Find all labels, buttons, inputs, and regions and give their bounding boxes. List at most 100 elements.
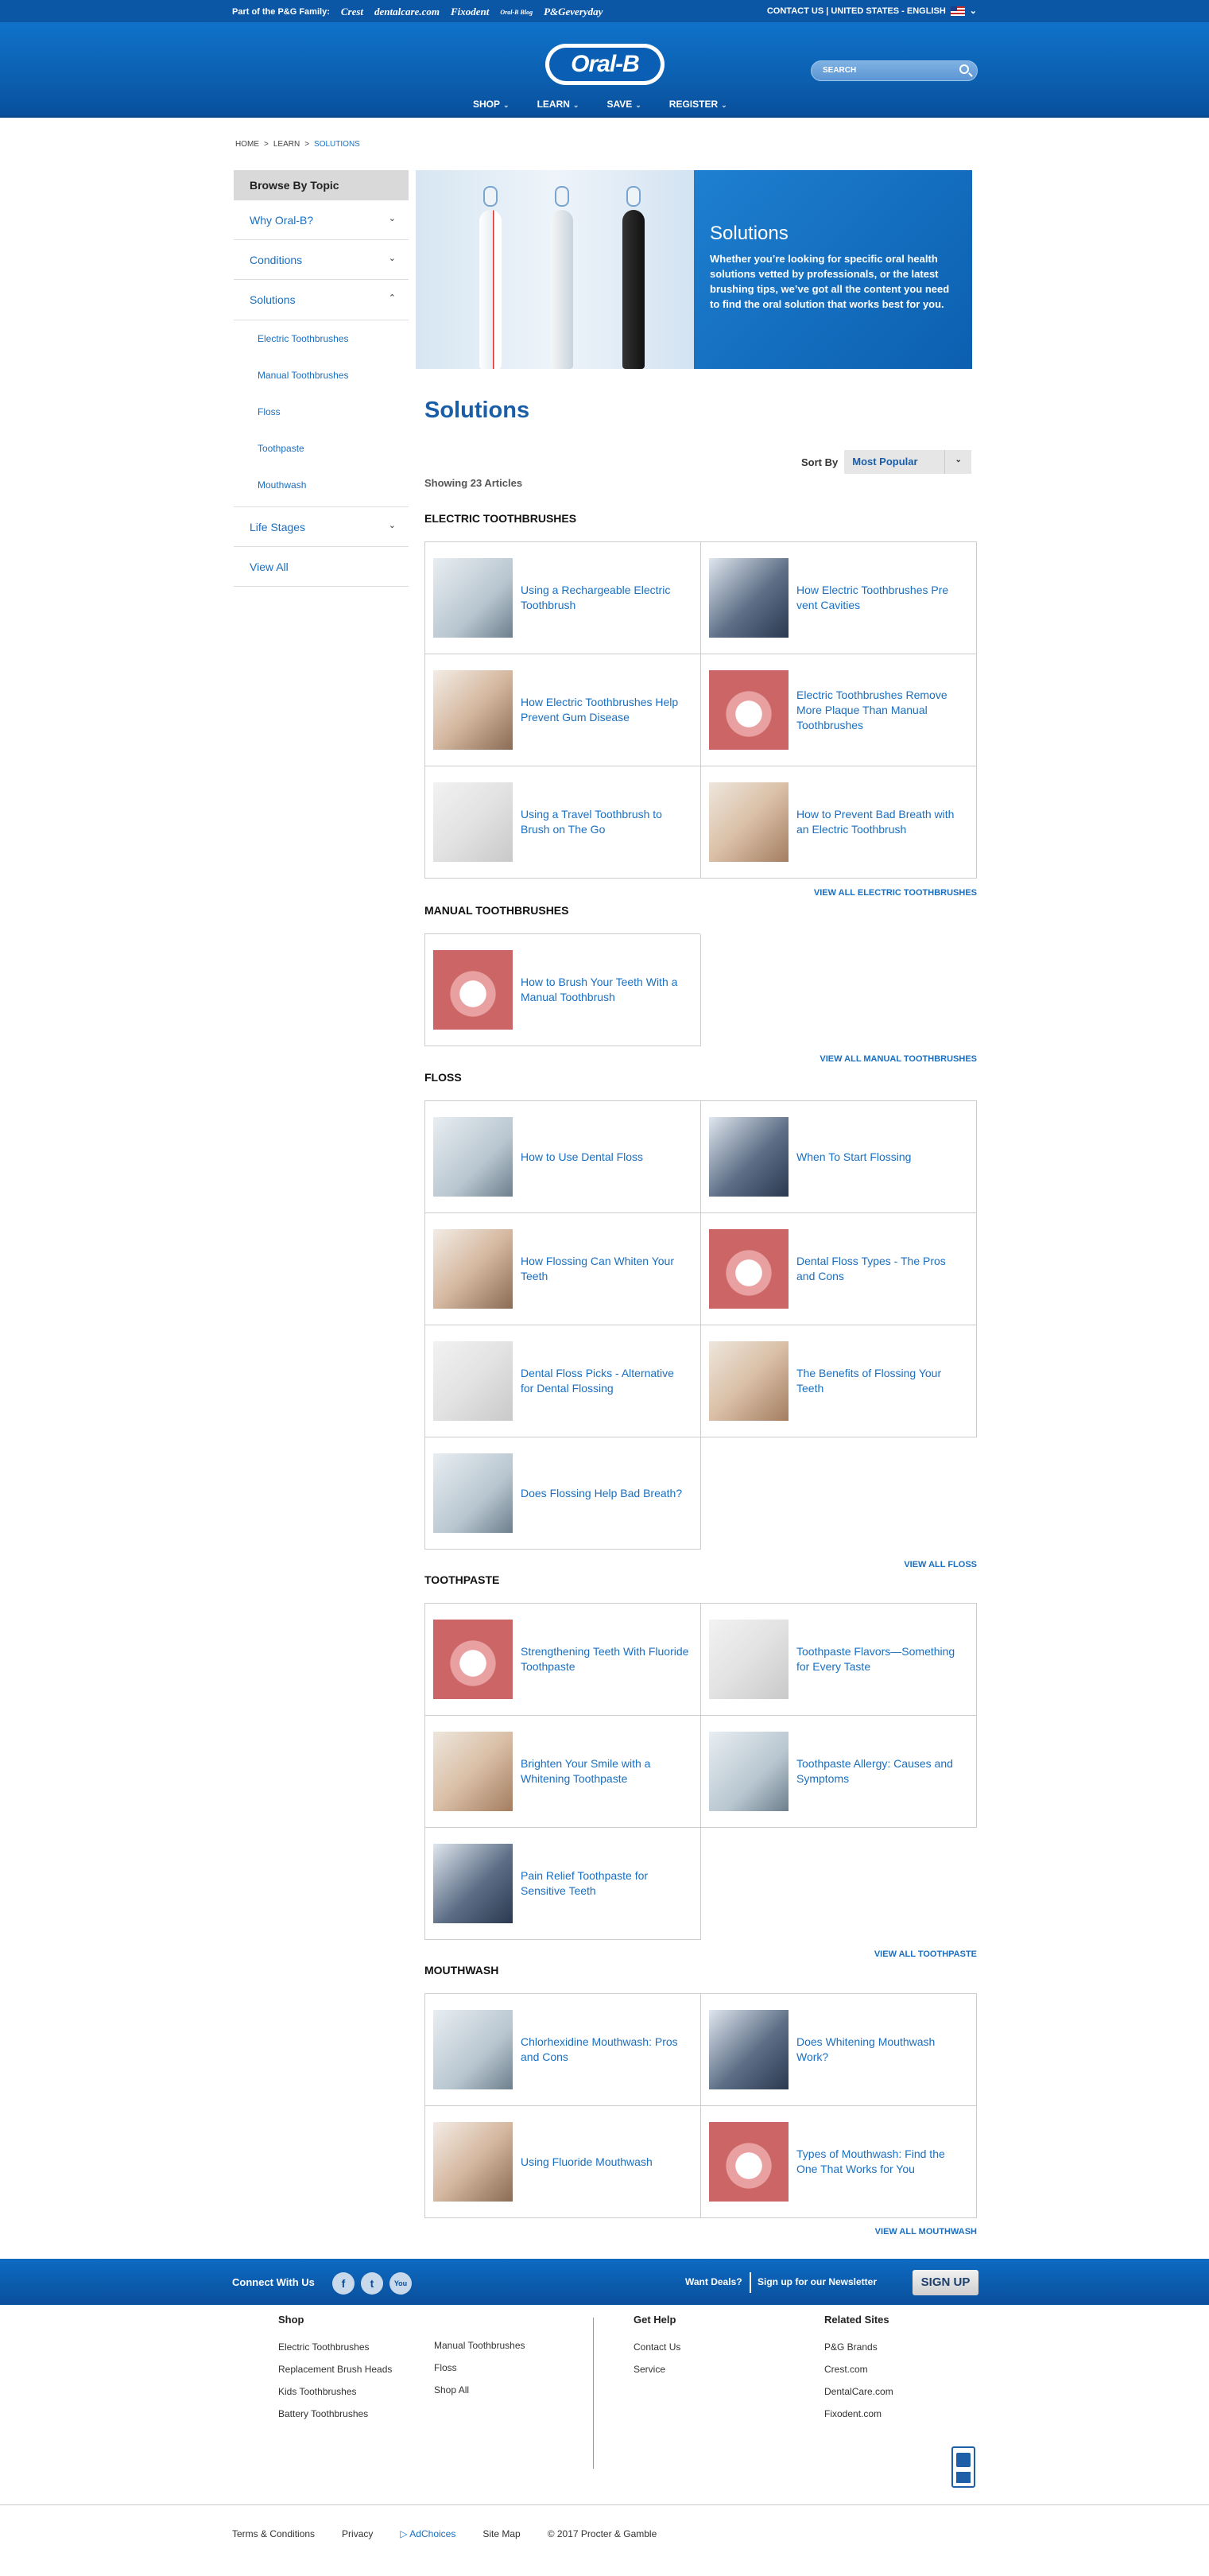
article-thumbnail[interactable] — [709, 782, 789, 862]
article-thumbnail[interactable] — [433, 670, 513, 750]
sidebar-subitem-toothpaste[interactable]: Toothpaste — [234, 430, 409, 467]
article-thumbnail[interactable] — [709, 2122, 789, 2202]
sidebar-item-why-oral-b[interactable]: Why Oral-B? ⌄ — [234, 200, 409, 240]
article-thumbnail[interactable] — [433, 1844, 513, 1923]
article-link[interactable]: How to Prevent Bad Breath with an Electr… — [796, 807, 976, 837]
article-card[interactable]: Toothpaste Allergy: Causes and Symptoms — [701, 1716, 977, 1828]
article-link[interactable]: Types of Mouthwash: Find the One That Wo… — [796, 2147, 976, 2177]
article-link[interactable]: The Benefits of Flossing Your Teeth — [796, 1366, 976, 1396]
chevron-down-icon[interactable]: ⌄ — [970, 6, 977, 16]
article-thumbnail[interactable] — [709, 670, 789, 750]
brand-link-dentalcare[interactable]: dentalcare.com — [374, 6, 440, 18]
article-card[interactable]: How to Use Dental Floss — [425, 1101, 701, 1213]
sort-select[interactable]: Most Popular ⌄ — [844, 450, 972, 474]
article-link[interactable]: How Flossing Can Whiten Your Teeth — [521, 1254, 700, 1284]
article-card[interactable]: How Electric Toothbrushes Help Prevent G… — [425, 654, 701, 766]
article-link[interactable]: Does Whitening Mouthwash Work? — [796, 2035, 976, 2065]
footer-link[interactable]: Replacement Brush Heads — [278, 2364, 392, 2386]
article-card[interactable]: Strengthening Teeth With Fluoride Toothp… — [425, 1604, 701, 1716]
article-thumbnail[interactable] — [709, 2010, 789, 2089]
brand-link-fixodent[interactable]: Fixodent — [451, 6, 489, 18]
article-link[interactable]: Using a Rechargeable Electric Toothbrush — [521, 583, 700, 613]
search-icon[interactable] — [959, 64, 969, 74]
sitemap-link[interactable]: Site Map — [482, 2528, 520, 2539]
sidebar-item-conditions[interactable]: Conditions ⌄ — [234, 240, 409, 280]
article-thumbnail[interactable] — [433, 950, 513, 1030]
article-thumbnail[interactable] — [709, 1117, 789, 1197]
article-link[interactable]: Toothpaste Flavors—Something for Every T… — [796, 1644, 976, 1674]
article-thumbnail[interactable] — [433, 1117, 513, 1197]
article-card[interactable]: Chlorhexidine Mouthwash: Pros and Cons — [425, 1994, 701, 2106]
footer-link[interactable]: Contact Us — [634, 2341, 680, 2364]
footer-link[interactable]: Service — [634, 2364, 680, 2386]
sidebar-item-solutions[interactable]: Solutions ⌃ — [234, 280, 409, 320]
footer-link[interactable]: Manual Toothbrushes — [434, 2340, 525, 2362]
sidebar-subitem-manual[interactable]: Manual Toothbrushes — [234, 357, 409, 394]
article-thumbnail[interactable] — [433, 2122, 513, 2202]
article-thumbnail[interactable] — [433, 1341, 513, 1421]
article-link[interactable]: Dental Floss Picks - Alternative for Den… — [521, 1366, 700, 1396]
twitter-icon[interactable]: t — [361, 2272, 383, 2295]
article-card[interactable]: How to Prevent Bad Breath with an Electr… — [701, 766, 977, 879]
article-link[interactable]: Strengthening Teeth With Fluoride Toothp… — [521, 1644, 700, 1674]
article-card[interactable]: Brighten Your Smile with a Whitening Too… — [425, 1716, 701, 1828]
article-thumbnail[interactable] — [433, 1620, 513, 1699]
article-card[interactable]: Does Whitening Mouthwash Work? — [701, 1994, 977, 2106]
article-link[interactable]: Dental Floss Types - The Pros and Cons — [796, 1254, 976, 1284]
breadcrumb-home[interactable]: HOME — [235, 140, 259, 149]
article-link[interactable]: When To Start Flossing — [796, 1150, 922, 1165]
signup-button[interactable]: SIGN UP — [913, 2270, 978, 2295]
article-link[interactable]: Brighten Your Smile with a Whitening Too… — [521, 1756, 700, 1787]
brand-link-oralb-blog[interactable]: Oral-B Blog — [500, 9, 533, 16]
facebook-icon[interactable]: f — [332, 2272, 355, 2295]
article-thumbnail[interactable] — [709, 558, 789, 638]
sidebar-subitem-electric[interactable]: Electric Toothbrushes — [234, 320, 409, 357]
article-card[interactable]: Dental Floss Types - The Pros and Cons — [701, 1213, 977, 1325]
article-card[interactable]: How to Brush Your Teeth With a Manual To… — [425, 934, 701, 1046]
sidebar-item-life-stages[interactable]: Life Stages ⌄ — [234, 507, 409, 547]
footer-link[interactable]: Electric Toothbrushes — [278, 2341, 392, 2364]
bbb-accredited-icon[interactable] — [951, 2446, 975, 2488]
footer-link[interactable]: Kids Toothbrushes — [278, 2386, 392, 2408]
privacy-link[interactable]: Privacy — [342, 2528, 373, 2539]
view-all-link[interactable]: VIEW ALL TOOTHPASTE — [874, 1949, 977, 1959]
nav-shop[interactable]: SHOP ⌄ — [473, 99, 510, 110]
sidebar-subitem-floss[interactable]: Floss — [234, 394, 409, 430]
article-link[interactable]: Chlorhexidine Mouthwash: Pros and Cons — [521, 2035, 700, 2065]
article-link[interactable]: Toothpaste Allergy: Causes and Symptoms — [796, 1756, 976, 1787]
article-link[interactable]: How to Brush Your Teeth With a Manual To… — [521, 975, 700, 1005]
article-thumbnail[interactable] — [433, 782, 513, 862]
sidebar-item-view-all[interactable]: View All — [234, 547, 409, 587]
article-thumbnail[interactable] — [709, 1341, 789, 1421]
brand-link-pg-everyday[interactable]: P&Geveryday — [544, 6, 603, 18]
article-thumbnail[interactable] — [433, 2010, 513, 2089]
article-thumbnail[interactable] — [709, 1229, 789, 1309]
article-card[interactable]: Dental Floss Picks - Alternative for Den… — [425, 1325, 701, 1437]
view-all-link[interactable]: VIEW ALL ELECTRIC TOOTHBRUSHES — [814, 888, 977, 898]
article-card[interactable]: Types of Mouthwash: Find the One That Wo… — [701, 2106, 977, 2218]
article-link[interactable]: Electric Toothbrushes Remove More Plaque… — [796, 688, 976, 733]
article-thumbnail[interactable] — [709, 1620, 789, 1699]
footer-link[interactable]: Fixodent.com — [824, 2408, 893, 2431]
footer-link[interactable]: Crest.com — [824, 2364, 893, 2386]
view-all-link[interactable]: VIEW ALL MOUTHWASH — [875, 2227, 977, 2237]
article-thumbnail[interactable] — [433, 1229, 513, 1309]
oral-b-logo[interactable]: Oral-B — [545, 44, 665, 85]
footer-link[interactable]: Shop All — [434, 2384, 525, 2407]
article-thumbnail[interactable] — [709, 1732, 789, 1811]
article-thumbnail[interactable] — [433, 1732, 513, 1811]
terms-link[interactable]: Terms & Conditions — [232, 2528, 315, 2539]
article-link[interactable]: How Electric Toothbrushes Help Prevent G… — [521, 695, 700, 725]
article-card[interactable]: Does Flossing Help Bad Breath? — [425, 1437, 701, 1550]
footer-link[interactable]: Floss — [434, 2362, 525, 2384]
footer-link[interactable]: DentalCare.com — [824, 2386, 893, 2408]
article-card[interactable]: Using a Travel Toothbrush to Brush on Th… — [425, 766, 701, 879]
sidebar-subitem-mouthwash[interactable]: Mouthwash — [234, 467, 409, 503]
nav-register[interactable]: REGISTER ⌄ — [669, 99, 727, 110]
adchoices-link[interactable]: ▷ AdChoices — [400, 2528, 455, 2539]
breadcrumb-learn[interactable]: LEARN — [273, 140, 300, 149]
article-thumbnail[interactable] — [433, 558, 513, 638]
footer-link[interactable]: Battery Toothbrushes — [278, 2408, 392, 2431]
nav-save[interactable]: SAVE ⌄ — [606, 99, 641, 110]
youtube-icon[interactable]: You — [389, 2272, 412, 2295]
